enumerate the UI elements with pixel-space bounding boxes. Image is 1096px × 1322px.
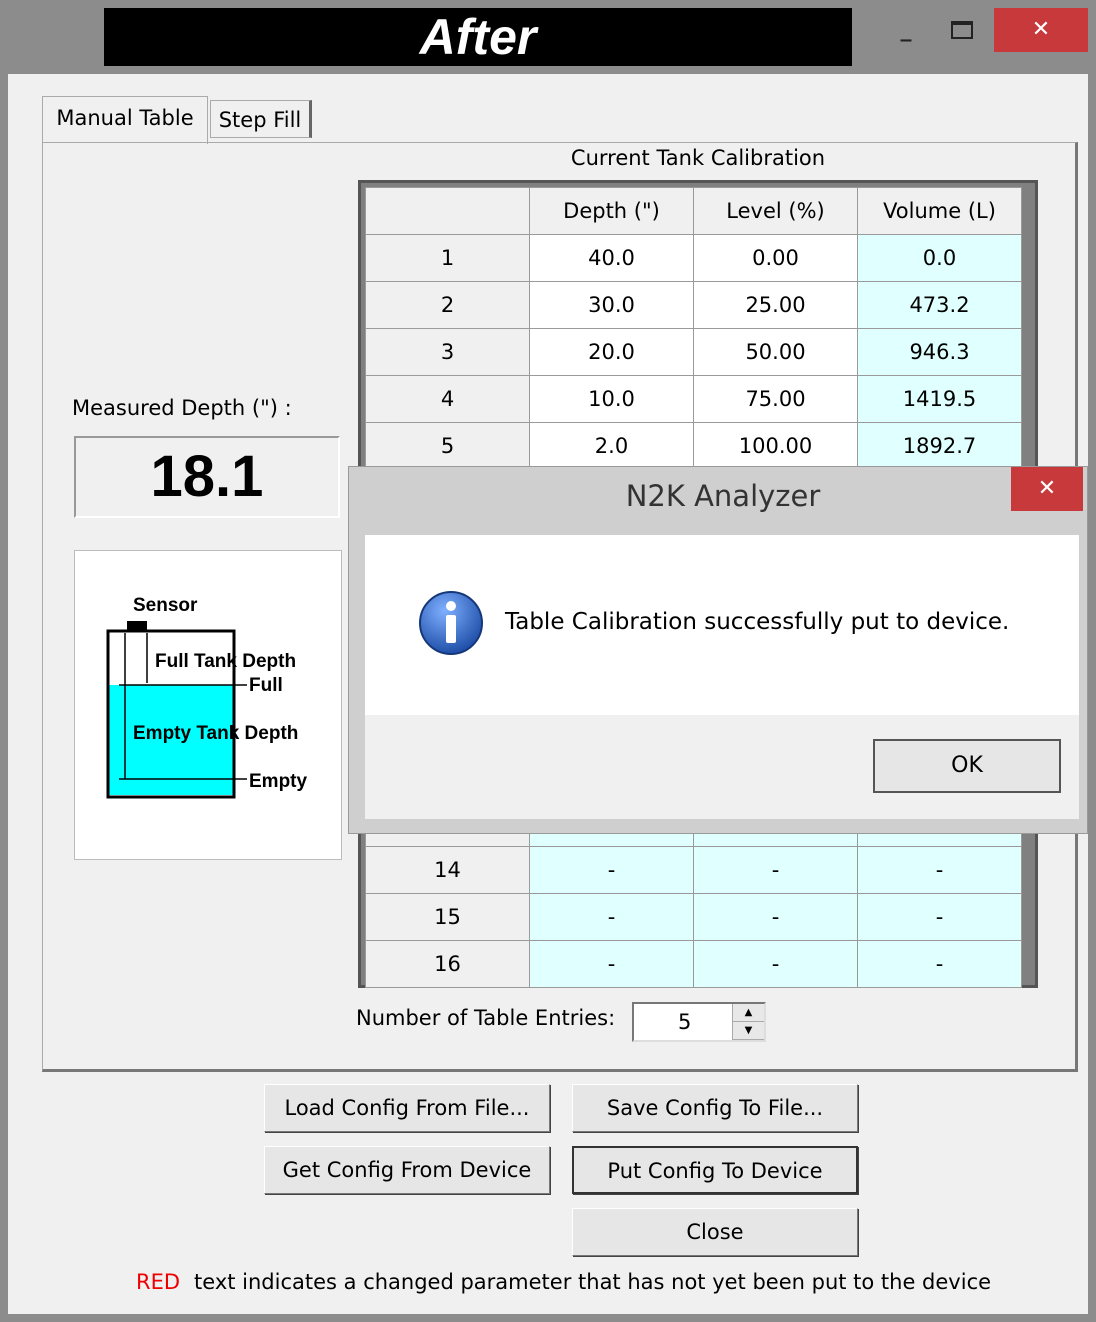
level-cell[interactable]: 50.00 xyxy=(693,328,858,376)
app-window: After _ ✕ Manual Table Step Fill Current… xyxy=(0,0,1096,1322)
table-entries-value[interactable]: 5 xyxy=(678,1010,691,1034)
tank-diagram: Sensor Full Tank Depth Full Empty Tank D… xyxy=(74,550,342,860)
level-cell[interactable]: 0.00 xyxy=(693,234,858,282)
window-title: After xyxy=(104,8,852,66)
depth-cell[interactable]: - xyxy=(529,940,694,988)
empty-tank-depth-label: Empty Tank Depth xyxy=(133,723,298,744)
info-icon xyxy=(419,591,483,655)
volume-cell[interactable]: 1419.5 xyxy=(857,375,1022,423)
depth-cell[interactable]: 20.0 xyxy=(529,328,694,376)
spinner[interactable]: ▲ ▼ xyxy=(732,1004,764,1040)
dialog-message: Table Calibration successfully put to de… xyxy=(505,609,1010,635)
spin-up-icon[interactable]: ▲ xyxy=(733,1004,764,1022)
table-row: 5 2.0 100.00 1892.7 xyxy=(365,422,1022,470)
row-header: 4 xyxy=(365,375,530,423)
depth-cell[interactable]: - xyxy=(529,846,694,894)
footnote: RED text indicates a changed parameter th… xyxy=(136,1270,991,1294)
message-dialog: N2K Analyzer ✕ Table Calibration success… xyxy=(348,466,1088,834)
maximize-button[interactable] xyxy=(940,8,984,52)
dialog-body: Table Calibration successfully put to de… xyxy=(365,535,1079,715)
table-row: 14 - - - xyxy=(365,846,1022,894)
table-row: 4 10.0 75.00 1419.5 xyxy=(365,375,1022,423)
maximize-icon xyxy=(951,21,973,39)
dialog-close-button[interactable]: ✕ xyxy=(1011,467,1083,511)
row-header: 5 xyxy=(365,422,530,470)
calibration-caption: Current Tank Calibration xyxy=(570,146,826,170)
table-row: 2 30.0 25.00 473.2 xyxy=(365,281,1022,329)
row-header: 16 xyxy=(365,940,530,988)
get-config-button[interactable]: Get Config From Device xyxy=(264,1146,550,1194)
depth-cell[interactable]: 2.0 xyxy=(529,422,694,470)
column-header-depth: Depth (") xyxy=(529,187,694,235)
close-window-button[interactable]: ✕ xyxy=(994,8,1088,52)
depth-cell[interactable]: - xyxy=(529,893,694,941)
table-entries-label: Number of Table Entries: xyxy=(356,1006,616,1030)
table-header-row: Depth (") Level (%) Volume (L) xyxy=(365,187,1022,235)
ok-button[interactable]: OK xyxy=(873,739,1061,793)
put-config-button[interactable]: Put Config To Device xyxy=(572,1146,858,1194)
close-button[interactable]: Close xyxy=(572,1208,858,1256)
table-row: 16 - - - xyxy=(365,940,1022,988)
level-cell[interactable]: 100.00 xyxy=(693,422,858,470)
volume-cell[interactable]: 946.3 xyxy=(857,328,1022,376)
column-header-level: Level (%) xyxy=(693,187,858,235)
sensor-label: Sensor xyxy=(133,595,198,616)
level-cell[interactable]: 25.00 xyxy=(693,281,858,329)
table-row: 1 40.0 0.00 0.0 xyxy=(365,234,1022,282)
depth-cell[interactable]: 10.0 xyxy=(529,375,694,423)
full-tank-depth-label: Full Tank Depth xyxy=(155,651,296,672)
volume-cell[interactable]: - xyxy=(857,940,1022,988)
tank-diagram-svg: Sensor Full Tank Depth Full Empty Tank D… xyxy=(106,595,308,799)
footnote-text: text indicates a changed parameter that … xyxy=(194,1270,992,1294)
spin-down-icon[interactable]: ▼ xyxy=(733,1022,764,1040)
full-label: Full xyxy=(249,675,283,696)
row-header: 3 xyxy=(365,328,530,376)
volume-cell[interactable]: 0.0 xyxy=(857,234,1022,282)
row-header: 2 xyxy=(365,281,530,329)
dialog-footer: OK xyxy=(365,715,1079,819)
load-config-button[interactable]: Load Config From File... xyxy=(264,1084,550,1132)
tab-step-fill[interactable]: Step Fill xyxy=(210,100,312,138)
save-config-button[interactable]: Save Config To File... xyxy=(572,1084,858,1132)
tab-manual-table[interactable]: Manual Table xyxy=(42,96,208,144)
column-header-volume: Volume (L) xyxy=(857,187,1022,235)
measured-depth-value: 18.1 xyxy=(74,436,340,518)
volume-cell[interactable]: - xyxy=(857,893,1022,941)
level-cell[interactable]: - xyxy=(693,846,858,894)
volume-cell[interactable]: 1892.7 xyxy=(857,422,1022,470)
table-row: 3 20.0 50.00 946.3 xyxy=(365,328,1022,376)
empty-label: Empty xyxy=(249,771,308,792)
row-header: 14 xyxy=(365,846,530,894)
depth-cell[interactable]: 30.0 xyxy=(529,281,694,329)
level-cell[interactable]: - xyxy=(693,940,858,988)
column-header xyxy=(365,187,530,235)
row-header: 1 xyxy=(365,234,530,282)
dialog-title: N2K Analyzer xyxy=(625,479,821,513)
footnote-red-word: RED xyxy=(136,1270,181,1294)
table-entries-stepper[interactable]: 5 ▲ ▼ xyxy=(632,1002,766,1042)
volume-cell[interactable]: 473.2 xyxy=(857,281,1022,329)
row-header: 15 xyxy=(365,893,530,941)
level-cell[interactable]: - xyxy=(693,893,858,941)
volume-cell[interactable]: - xyxy=(857,846,1022,894)
table-row: 15 - - - xyxy=(365,893,1022,941)
depth-cell[interactable]: 40.0 xyxy=(529,234,694,282)
level-cell[interactable]: 75.00 xyxy=(693,375,858,423)
minimize-button[interactable]: _ xyxy=(884,8,928,52)
sensor-icon xyxy=(127,621,147,631)
measured-depth-label: Measured Depth (") : xyxy=(72,396,292,420)
